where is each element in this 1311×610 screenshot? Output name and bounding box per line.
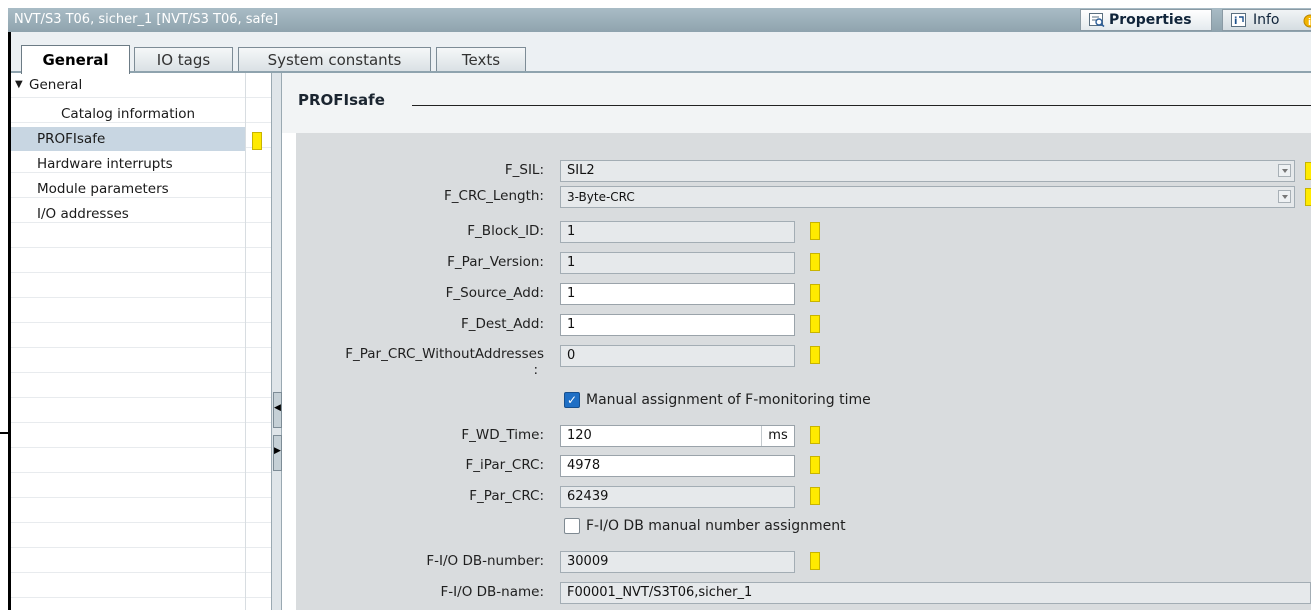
navigation-tree: ▼ General Catalog information PROFIsafe … <box>11 73 245 610</box>
f-sil-label: F_SIL: <box>504 162 544 178</box>
f-sil-dropdown[interactable]: SIL2 <box>560 160 1295 182</box>
db-number-label: F-I/O DB-number: <box>426 553 544 569</box>
tab-general[interactable]: General <box>21 45 130 74</box>
manual-monitoring-label: Manual assignment of F-monitoring time <box>586 392 871 408</box>
db-manual-label: F-I/O DB manual number assignment <box>586 518 846 534</box>
db-number-field: 30009 <box>560 551 795 573</box>
chevron-down-icon[interactable] <box>1278 164 1291 177</box>
sidebar-item-module-parameters[interactable]: Module parameters <box>11 177 245 201</box>
sidebar-item-profisafe[interactable]: PROFIsafe <box>11 127 245 151</box>
status-marker <box>810 284 820 302</box>
info-icon: i <box>1231 13 1246 27</box>
collapse-left-button[interactable]: ◀ <box>273 392 282 428</box>
db-name-label: F-I/O DB-name: <box>440 584 544 600</box>
f-dest-add-input[interactable]: 1 <box>560 314 795 336</box>
f-crc-length-value: 3-Byte-CRC <box>567 190 635 204</box>
status-marker <box>810 346 820 364</box>
status-marker <box>810 315 820 333</box>
db-name-field: F00001_NVT/S3T06,sicher_1 <box>560 582 1311 604</box>
tab-texts[interactable]: Texts <box>436 47 526 72</box>
expand-right-button[interactable]: ▶ <box>273 435 282 471</box>
section-header: PROFIsafe <box>282 73 1311 133</box>
f-par-crc-without-field: 0 <box>560 345 795 367</box>
sidebar-item-io-addresses[interactable]: I/O addresses <box>11 202 245 226</box>
f-block-id-field: 1 <box>560 221 795 243</box>
f-dest-add-label: F_Dest_Add: <box>461 316 544 332</box>
sidebar-item-hardware-interrupts[interactable]: Hardware interrupts <box>11 152 245 176</box>
db-manual-checkbox[interactable] <box>564 518 580 534</box>
f-par-crc-without-label: F_Par_CRC_WithoutAddresses <box>345 346 544 362</box>
status-marker <box>252 132 262 150</box>
tab-system-constants[interactable]: System constants <box>238 47 431 72</box>
status-marker <box>1305 188 1311 206</box>
sidebar-status-column <box>245 73 272 610</box>
properties-tab[interactable]: Properties <box>1080 9 1212 31</box>
f-source-add-label: F_Source_Add: <box>445 285 544 301</box>
chevron-down-icon[interactable] <box>1278 190 1291 203</box>
f-par-version-label: F_Par_Version: <box>447 254 544 270</box>
status-marker <box>1305 162 1311 180</box>
triangle-down-icon[interactable]: ▼ <box>15 73 23 97</box>
f-par-crc-without-label-colon: : <box>533 362 538 378</box>
f-wd-time-label: F_WD_Time: <box>461 427 544 443</box>
info-tab-label: Info <box>1253 12 1280 28</box>
status-marker <box>810 552 820 570</box>
status-marker <box>810 487 820 505</box>
sidebar-item-label: General <box>29 77 83 93</box>
status-marker <box>810 222 820 240</box>
f-wd-time-value: 120 <box>567 428 592 443</box>
status-marker <box>810 456 820 474</box>
status-marker <box>810 253 820 271</box>
f-par-version-field: 1 <box>560 252 795 274</box>
section-divider <box>412 105 1311 106</box>
f-wd-time-input[interactable]: 120 ms <box>560 425 795 447</box>
sidebar-item-label: Hardware interrupts <box>37 156 173 172</box>
info-badge-icon: i <box>1303 14 1311 28</box>
f-par-crc-label: F_Par_CRC: <box>469 488 544 504</box>
f-ipar-crc-input[interactable]: 4978 <box>560 455 795 477</box>
properties-tab-label: Properties <box>1109 12 1192 28</box>
f-crc-length-label: F_CRC_Length: <box>444 188 544 204</box>
f-crc-length-dropdown[interactable]: 3-Byte-CRC <box>560 186 1295 208</box>
sidebar-item-label: Catalog information <box>61 106 196 122</box>
window-title: NVT/S3 T06, sicher_1 [NVT/S3 T06, safe] <box>14 12 279 27</box>
status-marker <box>810 426 820 444</box>
section-title: PROFIsafe <box>298 91 385 109</box>
sidebar-item-general[interactable]: ▼ General <box>11 73 245 97</box>
inspector-tab-row: General IO tags System constants Texts <box>11 32 1311 74</box>
f-par-crc-field: 62439 <box>560 486 795 508</box>
properties-content: PROFIsafe F_SIL: SIL2 F_CRC_Length: 3-By… <box>282 73 1311 610</box>
sidebar-item-label: PROFIsafe <box>37 131 106 147</box>
properties-icon <box>1089 13 1105 27</box>
profisafe-form: F_SIL: SIL2 F_CRC_Length: 3-Byte-CRC F_B… <box>296 133 1311 610</box>
f-source-add-input[interactable]: 1 <box>560 283 795 305</box>
f-block-id-label: F_Block_ID: <box>467 223 544 239</box>
sidebar-item-label: Module parameters <box>37 181 169 197</box>
tab-io-tags[interactable]: IO tags <box>134 47 233 72</box>
window-left-tick <box>0 432 8 434</box>
info-tab[interactable]: i Info i <box>1222 9 1311 31</box>
manual-monitoring-checkbox[interactable]: ✓ <box>564 392 580 408</box>
f-ipar-crc-label: F_iPar_CRC: <box>465 457 544 473</box>
inspector-title-bar: NVT/S3 T06, sicher_1 [NVT/S3 T06, safe] … <box>8 8 1311 32</box>
sidebar-item-catalog-information[interactable]: Catalog information <box>11 102 245 126</box>
sidebar-item-label: I/O addresses <box>37 206 129 222</box>
f-wd-time-unit: ms <box>761 426 794 446</box>
svg-text:i: i <box>1234 16 1237 27</box>
f-sil-value: SIL2 <box>567 163 595 178</box>
panel-splitter[interactable]: ◀ ▶ <box>271 73 282 610</box>
